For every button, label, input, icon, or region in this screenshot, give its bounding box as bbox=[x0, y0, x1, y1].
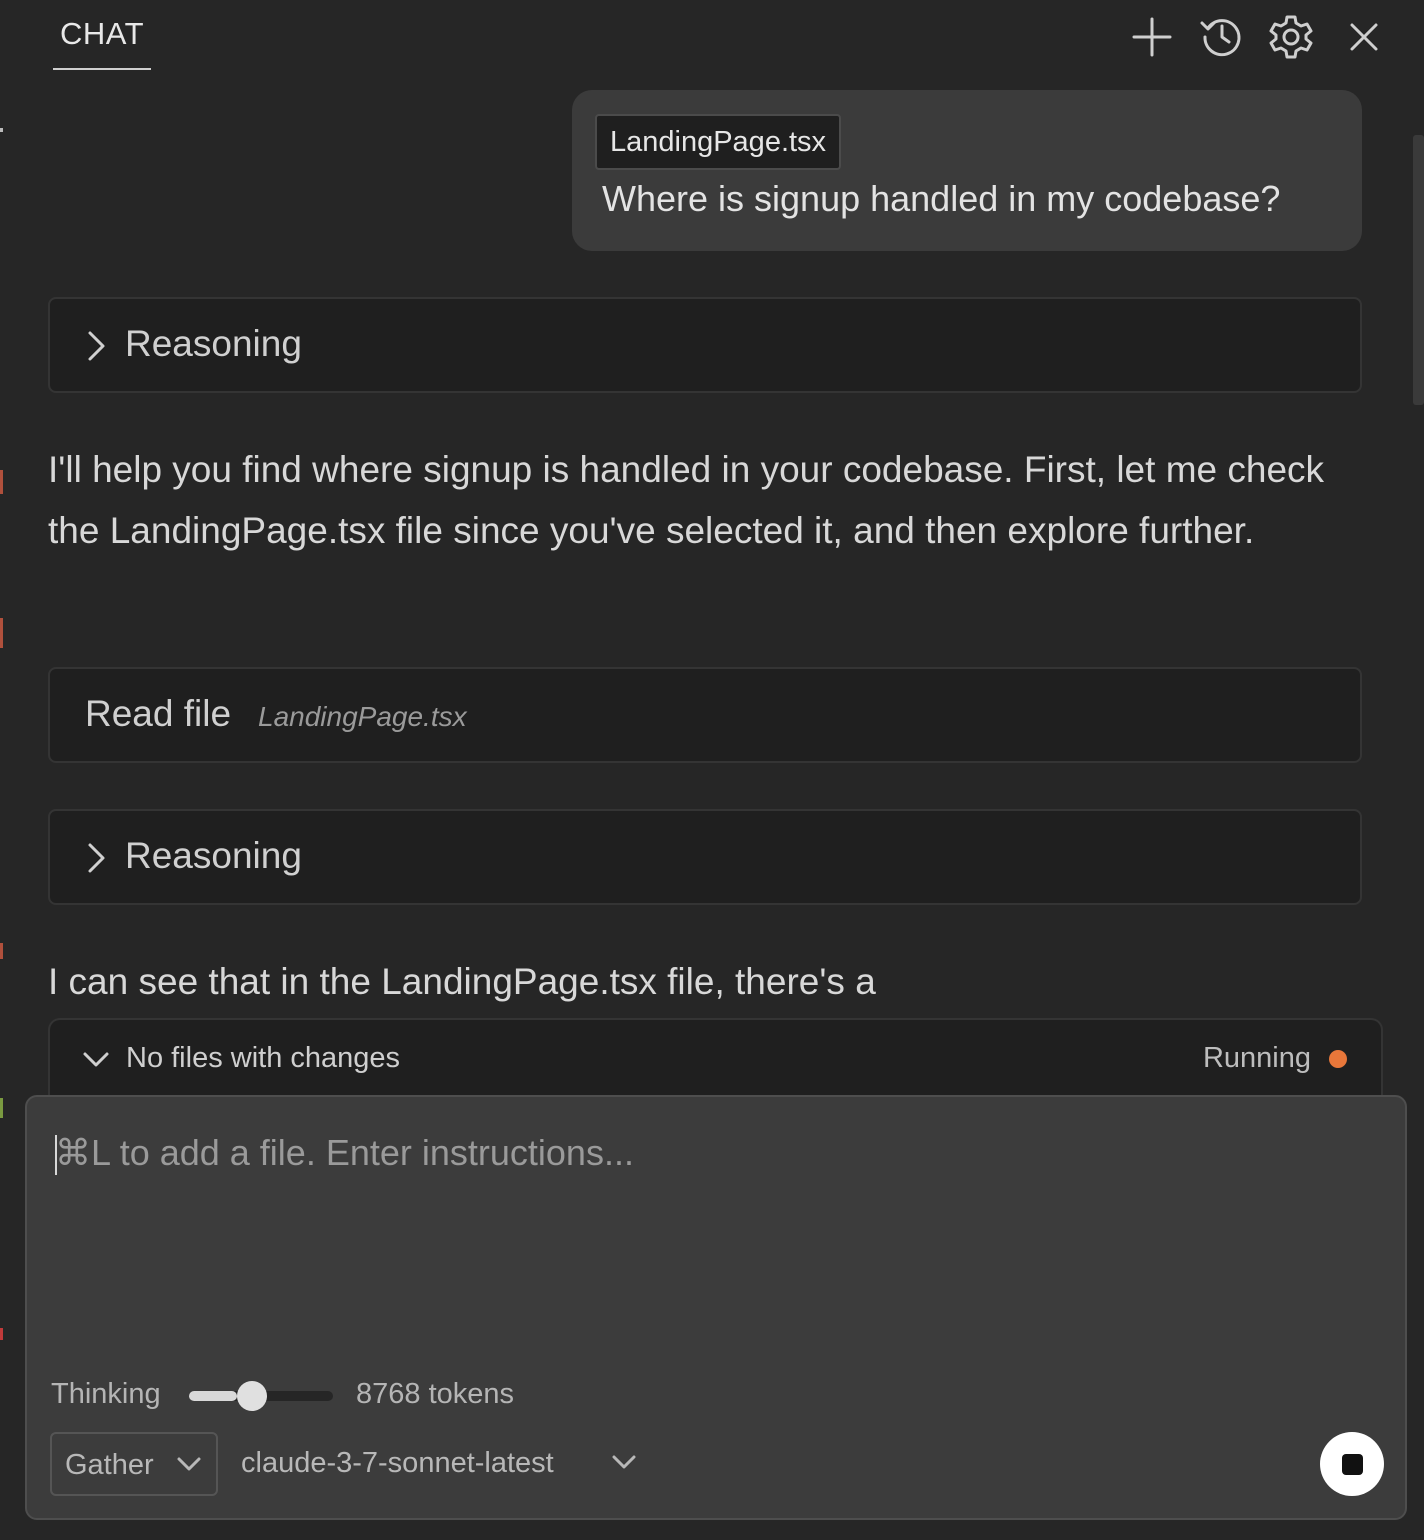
reasoning-label: Reasoning bbox=[125, 835, 302, 876]
chevron-right-icon bbox=[84, 328, 108, 369]
chat-input-panel: ⌘L to add a file. Enter instructions... … bbox=[25, 1095, 1407, 1520]
close-icon[interactable] bbox=[1337, 10, 1391, 64]
slider-fill bbox=[189, 1391, 237, 1401]
thinking-slider[interactable] bbox=[189, 1381, 333, 1411]
reasoning-toggle[interactable]: Reasoning bbox=[48, 297, 1362, 393]
model-select-value: claude-3-7-sonnet-latest bbox=[241, 1447, 554, 1479]
stop-icon bbox=[1341, 1453, 1363, 1475]
mode-select[interactable]: Gather bbox=[50, 1432, 218, 1496]
token-count: 8768 tokens bbox=[356, 1378, 515, 1410]
thinking-label: Thinking bbox=[51, 1378, 161, 1410]
read-file-filename: LandingPage.tsx bbox=[258, 701, 467, 732]
read-file-tool[interactable]: Read file LandingPage.tsx bbox=[48, 667, 1362, 763]
file-chip[interactable]: LandingPage.tsx bbox=[595, 114, 842, 170]
scrollbar[interactable] bbox=[1413, 135, 1424, 405]
gear-icon[interactable] bbox=[1264, 10, 1318, 64]
chevron-down-icon bbox=[176, 1455, 202, 1480]
editor-gutter bbox=[0, 88, 3, 1540]
text-cursor bbox=[55, 1135, 57, 1175]
assistant-message: I'll help you find where signup is handl… bbox=[48, 449, 1325, 551]
chevron-down-icon bbox=[611, 1453, 637, 1478]
changes-label: No files with changes bbox=[126, 1042, 401, 1074]
chevron-right-icon bbox=[84, 840, 108, 881]
slider-thumb[interactable] bbox=[236, 1381, 267, 1411]
mode-select-value: Gather bbox=[65, 1449, 154, 1481]
user-message: LandingPage.tsx Where is signup handled … bbox=[572, 90, 1362, 251]
model-select[interactable]: claude-3-7-sonnet-latest bbox=[241, 1432, 651, 1496]
running-status: Running bbox=[1202, 1042, 1311, 1074]
chat-panel: CHAT LandingPage.tsx Where is signup han… bbox=[0, 0, 1424, 1540]
running-indicator-dot bbox=[1329, 1050, 1347, 1068]
chevron-down-icon bbox=[82, 1049, 110, 1076]
chat-input[interactable]: ⌘L to add a file. Enter instructions... bbox=[55, 1132, 634, 1174]
history-icon[interactable] bbox=[1195, 10, 1249, 64]
chat-header: CHAT bbox=[0, 0, 1424, 88]
assistant-message: I can see that in the LandingPage.tsx fi… bbox=[48, 961, 876, 1002]
plus-icon[interactable] bbox=[1125, 10, 1179, 64]
reasoning-toggle[interactable]: Reasoning bbox=[48, 809, 1362, 905]
stop-button[interactable] bbox=[1320, 1432, 1384, 1496]
reasoning-label: Reasoning bbox=[125, 323, 302, 364]
read-file-label: Read file bbox=[85, 693, 232, 734]
tab-chat[interactable]: CHAT bbox=[53, 0, 151, 70]
user-message-text: Where is signup handled in my codebase? bbox=[602, 178, 1281, 219]
